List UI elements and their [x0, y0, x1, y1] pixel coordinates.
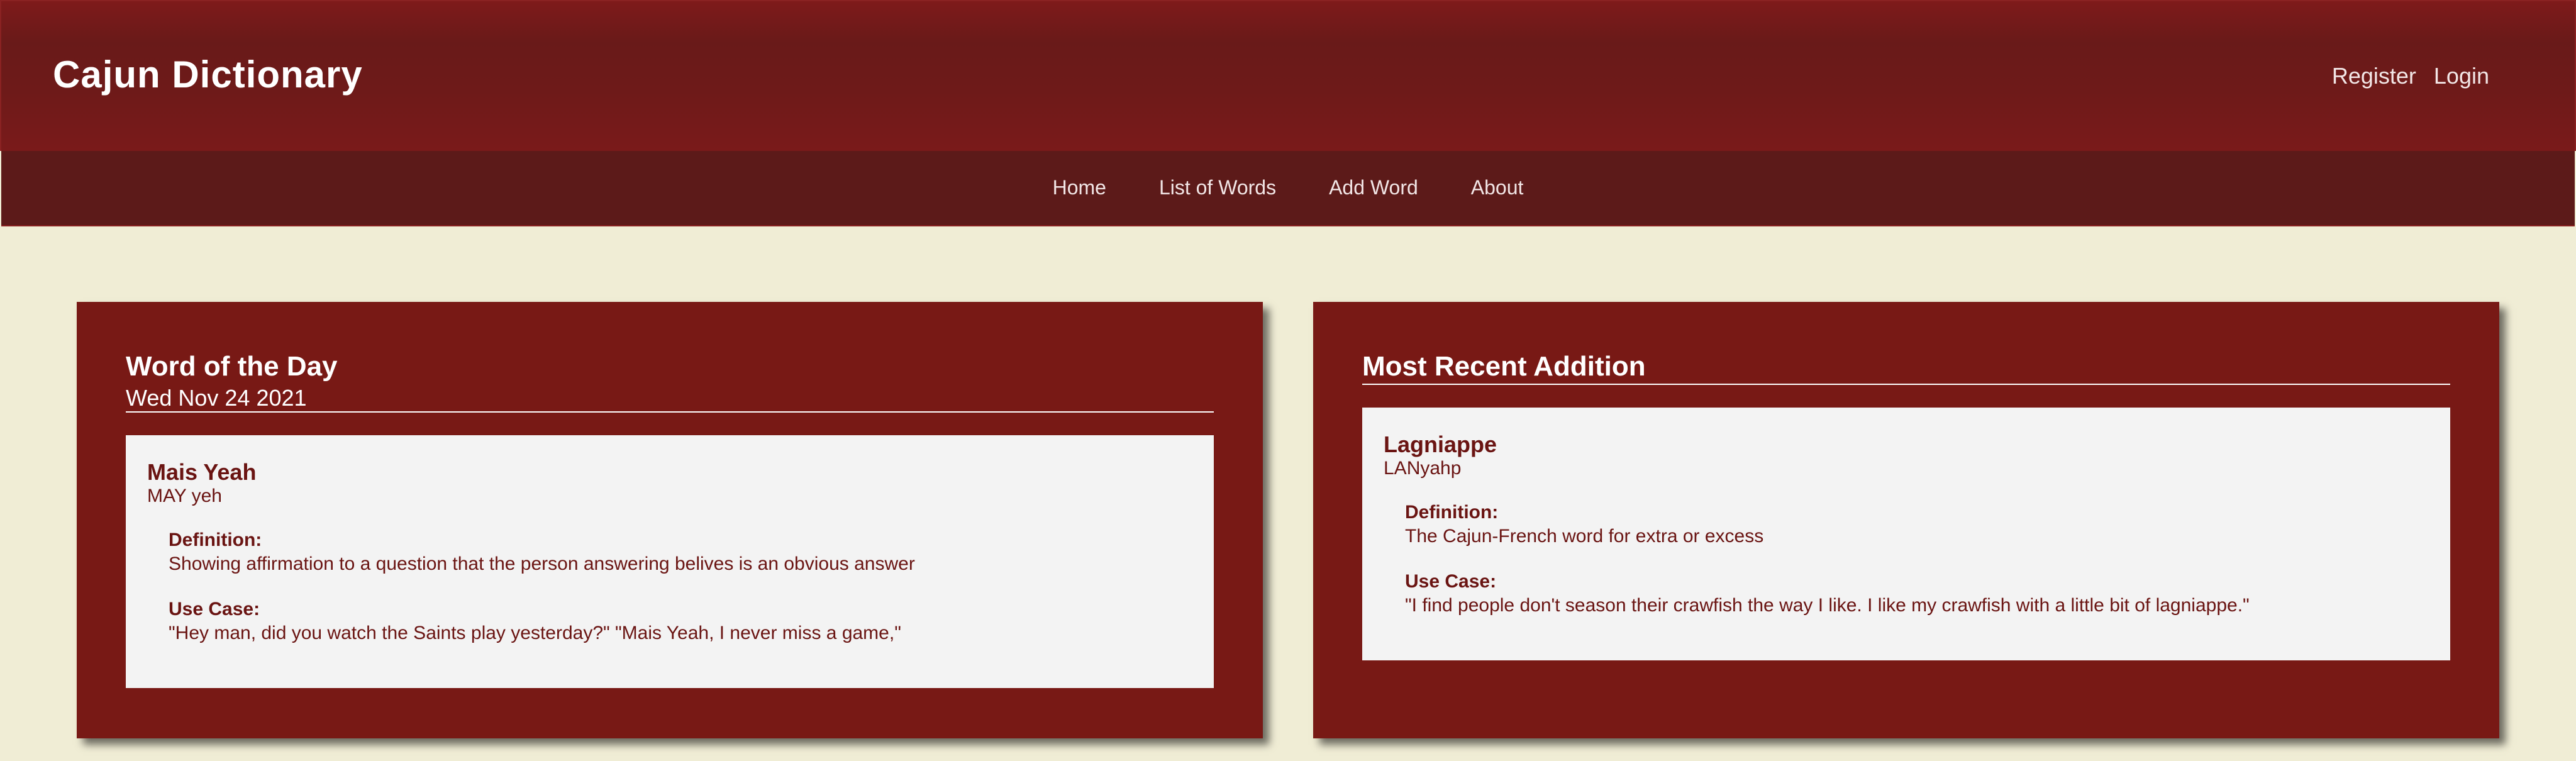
- title-divider: [126, 411, 1214, 413]
- card-title: Most Recent Addition: [1362, 351, 1646, 382]
- word-pronunciation: LANyahp: [1384, 458, 1462, 479]
- main-nav: Home List of Words Add Word About: [1, 151, 2575, 226]
- nav-add-word[interactable]: Add Word: [1329, 176, 1418, 199]
- word-title[interactable]: Lagniappe: [1384, 431, 1497, 458]
- definition-label: Definition:: [169, 530, 262, 550]
- auth-links: Register Login: [2332, 63, 2489, 89]
- nav-home[interactable]: Home: [1053, 176, 1106, 199]
- word-entry: Lagniappe LANyahp Definition: The Cajun-…: [1362, 408, 2450, 660]
- word-title[interactable]: Mais Yeah: [147, 459, 256, 486]
- use-case-label: Use Case:: [1405, 571, 1497, 592]
- most-recent-addition-card: Most Recent Addition Lagniappe LANyahp D…: [1313, 302, 2499, 738]
- register-link[interactable]: Register: [2332, 63, 2416, 89]
- nav-items: Home List of Words Add Word About: [1, 176, 2575, 199]
- title-divider: [1362, 384, 2450, 385]
- word-pronunciation: MAY yeh: [147, 486, 222, 506]
- top-bar: Cajun Dictionary Register Login: [1, 1, 2575, 151]
- word-entry: Mais Yeah MAY yeh Definition: Showing af…: [126, 435, 1214, 688]
- use-case-text: "I find people don't season their crawfi…: [1405, 595, 2250, 616]
- card-date: Wed Nov 24 2021: [126, 385, 307, 411]
- use-case-label: Use Case:: [169, 599, 260, 619]
- card-title: Word of the Day: [126, 351, 338, 382]
- definition-text: Showing affirmation to a question that t…: [169, 553, 915, 574]
- nav-about[interactable]: About: [1471, 176, 1524, 199]
- definition-label: Definition:: [1405, 502, 1499, 523]
- use-case-text: "Hey man, did you watch the Saints play …: [169, 623, 901, 643]
- word-of-the-day-card: Word of the Day Wed Nov 24 2021 Mais Yea…: [77, 302, 1263, 738]
- site-header: Cajun Dictionary Register Login Home Lis…: [0, 0, 2576, 226]
- login-link[interactable]: Login: [2434, 63, 2489, 89]
- nav-list-of-words[interactable]: List of Words: [1159, 176, 1276, 199]
- definition-text: The Cajun-French word for extra or exces…: [1405, 526, 1764, 547]
- site-title[interactable]: Cajun Dictionary: [53, 53, 363, 96]
